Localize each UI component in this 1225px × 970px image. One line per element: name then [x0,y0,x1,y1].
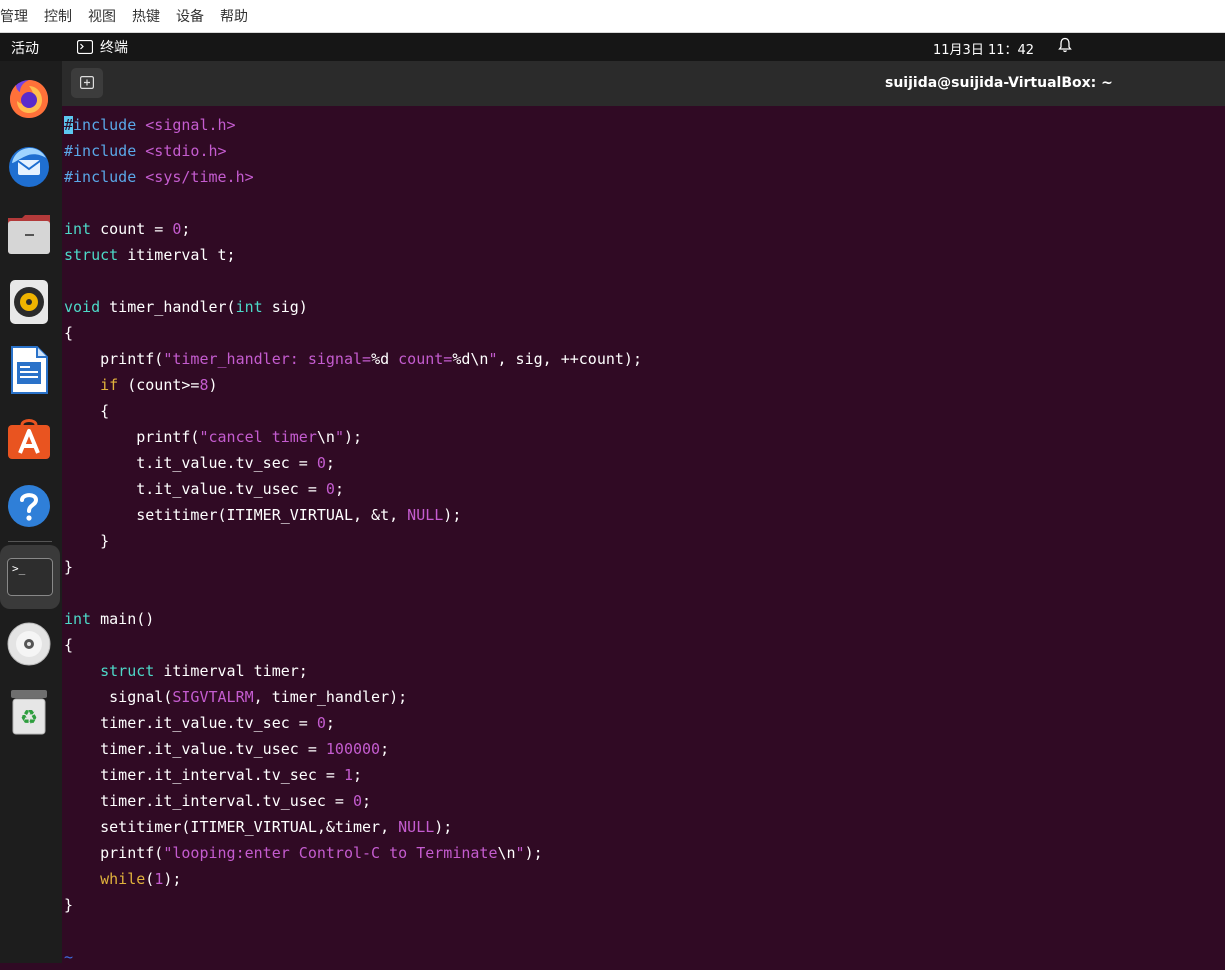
menu-hotkeys[interactable]: 热键 [132,6,168,26]
code-line: #include <signal.h> [64,112,642,138]
new-tab-icon [80,74,95,93]
libreoffice-writer-icon[interactable] [6,346,52,394]
menu-devices[interactable]: 设备 [176,6,212,26]
gnome-top-bar: 活动 终端 11月3日 11：42 [0,33,1225,61]
menu-manage[interactable]: 管理 [0,6,36,26]
code-line: setitimer(ITIMER_VIRTUAL, &t, NULL); [64,506,462,524]
code-preprocessor: include [73,116,137,134]
menu-control[interactable]: 控制 [44,6,80,26]
code-line: { [64,636,74,654]
terminal-app-icon [77,40,93,54]
code-line: { [64,324,74,342]
source-code: #include <signal.h> #include <stdio.h> #in… [64,112,642,970]
files-icon[interactable] [6,211,52,257]
code-preprocessor: #include [64,142,137,160]
virtualbox-menu-bar: 管理 控制 视图 热键 设备 帮助 [0,0,1225,33]
app-menu-label: 终端 [100,40,128,56]
code-line: } [64,532,110,550]
rhythmbox-icon[interactable] [6,279,52,325]
terminal-content[interactable]: #include <signal.h> #include <stdio.h> #in… [62,106,1225,966]
software-center-icon[interactable] [6,415,52,461]
help-icon[interactable] [6,483,52,529]
code-line: #include <stdio.h> [64,138,642,164]
terminal-dock-icon[interactable]: >_ [0,545,60,609]
svg-text:♻: ♻ [20,705,38,729]
dvd-drive-icon[interactable] [6,621,52,667]
terminal-window-title: suijida@suijida-VirtualBox: ~ [885,75,1113,91]
new-tab-button[interactable] [71,68,103,98]
dock-separator [8,541,52,542]
activities-button[interactable]: 活动 [11,38,39,58]
code-line: timer.it_interval.tv_sec = 1; [64,766,363,784]
code-preprocessor: #include [64,168,137,186]
code-line: struct itimerval t; [64,246,236,264]
code-line: printf("cancel timer\n"); [64,428,363,446]
code-line: } [64,896,74,914]
code-line: t.it_value.tv_sec = 0; [64,454,335,472]
code-line: } [64,558,74,576]
code-line: int main() [64,610,155,628]
menu-help[interactable]: 帮助 [220,6,256,26]
code-line: timer.it_value.tv_sec = 0; [64,714,335,732]
code-line: printf("looping:enter Control-C to Termi… [64,844,543,862]
clock[interactable]: 11月3日 11：42 [933,39,1034,58]
menu-view[interactable]: 视图 [88,6,124,26]
code-line: if (count>=8) [100,376,218,394]
code-line: struct itimerval timer; [100,662,308,680]
notification-bell-icon[interactable] [1058,37,1072,57]
trash-icon[interactable]: ♻ [6,689,52,735]
code-line: printf("timer_handler: signal=%d count=%… [64,350,642,368]
code-line: timer.it_value.tv_usec = 100000; [64,740,390,758]
firefox-icon[interactable] [6,75,52,121]
svg-text:>_: >_ [12,562,26,575]
text-cursor: # [64,116,74,134]
dock: >_ ♻ [0,61,62,963]
code-line: while(1); [100,870,182,888]
code-line: timer.it_interval.tv_usec = 0; [64,792,372,810]
code-header: <stdio.h> [145,142,227,160]
code-header: <sys/time.h> [145,168,254,186]
code-line: int count = 0; [64,220,191,238]
thunderbird-icon[interactable] [6,143,52,189]
app-menu[interactable]: 终端 [77,37,128,57]
code-line: setitimer(ITIMER_VIRTUAL,&timer, NULL); [64,818,453,836]
code-line: t.it_value.tv_usec = 0; [64,480,344,498]
code-header: <signal.h> [145,116,236,134]
vim-empty-line-marker: ~ [64,948,74,966]
code-line: { [64,402,110,420]
code-line: void timer_handler(int sig) [64,298,308,316]
code-line: #include <sys/time.h> [64,164,642,190]
terminal-header-bar: suijida@suijida-VirtualBox: ~ [62,61,1225,106]
code-line: signal(SIGVTALRM, timer_handler); [64,688,408,706]
